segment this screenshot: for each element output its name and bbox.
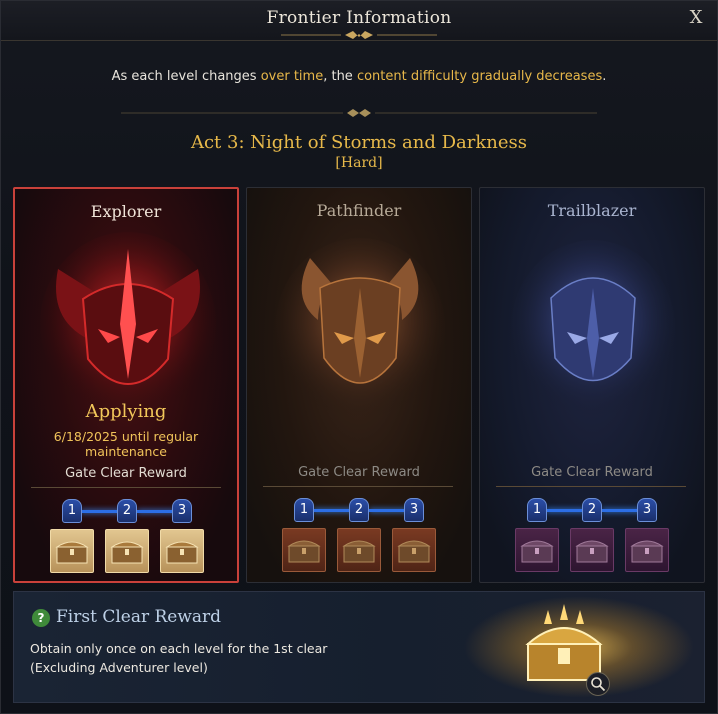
reward-chest-icon[interactable] xyxy=(282,528,326,572)
title-bar: Frontier Information X xyxy=(1,1,717,41)
level-name: Explorer xyxy=(90,202,162,221)
level-card-pathfinder[interactable]: Pathfinder Gate Clear Reward 1 2 3 xyxy=(246,187,472,583)
level-card-trailblazer[interactable]: Trailblazer Gate Clear Reward 1 2 3 xyxy=(479,187,705,583)
divider xyxy=(496,486,686,487)
notice-highlight-1: over time xyxy=(260,69,324,84)
gate-rewards xyxy=(480,528,702,574)
gate-2: 2 xyxy=(582,498,602,522)
level-card-explorer[interactable]: Explorer Applying 6/18/2025 until regula… xyxy=(13,187,239,583)
act-title: Act 3: Night of Storms and Darkness xyxy=(190,132,528,153)
divider xyxy=(31,487,221,488)
reward-chest-icon[interactable] xyxy=(337,528,381,572)
gate-clear-reward-label: Gate Clear Reward xyxy=(298,465,420,480)
notice-highlight-2: content difficulty gradually decreases xyxy=(356,69,603,84)
reward-chest-icon[interactable] xyxy=(570,528,614,572)
gate-3: 3 xyxy=(172,499,192,523)
notice-text-3: . xyxy=(602,69,607,84)
level-name: Trailblazer xyxy=(547,201,637,220)
gate-indicator: 1 2 3 xyxy=(480,498,702,524)
first-clear-line-2: (Excluding Adventurer level) xyxy=(30,660,208,675)
window-title: Frontier Information xyxy=(266,8,452,28)
first-clear-line-1: Obtain only once on each level for the 1… xyxy=(30,641,328,656)
separator-ornament-icon xyxy=(121,109,597,117)
gate-rewards xyxy=(247,528,469,574)
gate-3: 3 xyxy=(637,498,657,522)
gate-1: 1 xyxy=(294,498,314,522)
notice-text-1: As each level changes xyxy=(111,69,261,84)
reward-chest-icon[interactable] xyxy=(105,529,149,573)
gate-rewards xyxy=(15,529,237,575)
reward-chest-icon[interactable] xyxy=(392,528,436,572)
divider xyxy=(263,486,453,487)
reward-chest-icon[interactable] xyxy=(160,529,204,573)
demon-mask-icon xyxy=(511,240,675,416)
reward-chest-icon[interactable] xyxy=(625,528,669,572)
magnify-icon[interactable] xyxy=(586,672,610,696)
difficulty-notice: As each level changes over time, the con… xyxy=(1,69,717,84)
notice-text-2: , the xyxy=(323,69,357,84)
first-clear-reward-panel: ? First Clear Reward Obtain only once on… xyxy=(13,591,705,703)
gate-1: 1 xyxy=(62,499,82,523)
gate-clear-reward-label: Gate Clear Reward xyxy=(531,465,653,480)
reward-chest-icon[interactable] xyxy=(515,528,559,572)
applying-date: 6/18/2025 until regular maintenance xyxy=(53,429,199,459)
first-clear-title: First Clear Reward xyxy=(56,607,222,627)
act-difficulty: [Hard] xyxy=(335,155,383,171)
gate-indicator: 1 2 3 xyxy=(15,499,237,525)
question-icon[interactable]: ? xyxy=(32,609,50,627)
gate-1: 1 xyxy=(527,498,547,522)
frontier-info-window: Frontier Information X As each level cha… xyxy=(0,0,718,714)
level-name: Pathfinder xyxy=(316,201,402,220)
gate-2: 2 xyxy=(117,499,137,523)
first-clear-description: Obtain only once on each level for the 1… xyxy=(30,639,327,677)
demon-mask-icon xyxy=(275,238,445,418)
title-ornament-icon xyxy=(281,31,437,39)
close-button[interactable]: X xyxy=(685,7,707,29)
reward-chest-icon[interactable] xyxy=(50,529,94,573)
applying-status: Applying xyxy=(85,401,167,422)
gate-2: 2 xyxy=(349,498,369,522)
gate-3: 3 xyxy=(404,498,424,522)
demon-mask-icon xyxy=(40,232,216,416)
gate-indicator: 1 2 3 xyxy=(247,498,469,524)
gate-clear-reward-label: Gate Clear Reward xyxy=(65,466,187,481)
